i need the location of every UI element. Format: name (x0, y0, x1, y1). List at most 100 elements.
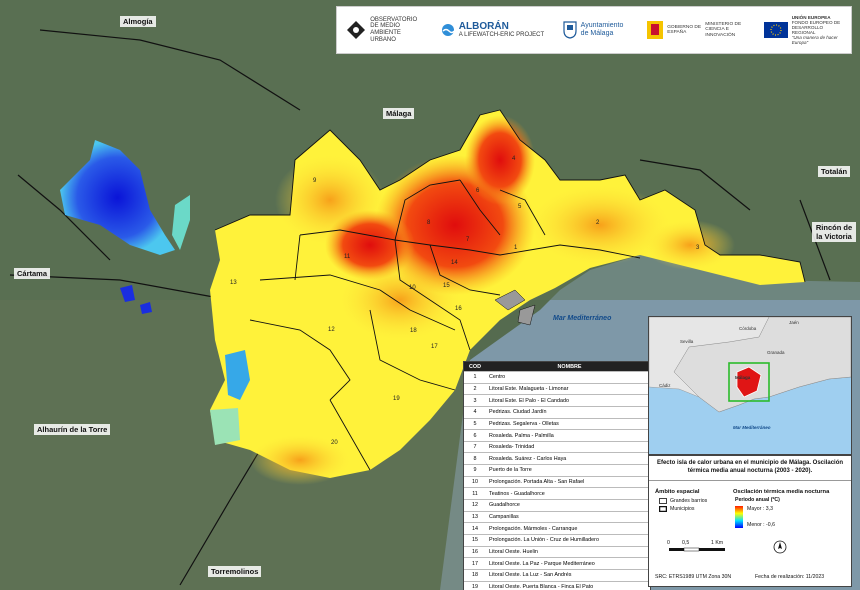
table-cell-cod: 18 (472, 572, 478, 579)
table-row: 18 Litoral Oeste. La Luz - San Andrés (464, 568, 650, 581)
inset-map: Sevilla Córdoba Jaén Granada Cádiz Málag… (648, 316, 852, 455)
table-cell-nombre: Centro (489, 374, 506, 381)
table-cell-nombre: Rosaleda. Palma - Palmilla (489, 432, 554, 439)
table-cell-cod: 19 (472, 583, 478, 590)
table-cell-nombre: Litoral Oeste. La Paz - Parque Mediterrá… (489, 560, 595, 567)
mayor-label: Mayor : 3,3 (747, 506, 773, 512)
table-cell-nombre: Pedrizas. Ciudad Jardín (489, 409, 547, 416)
fecha-label: Fecha de realización: 11/2023 (755, 574, 825, 580)
map-title: Efecto isla de calor urbana en el munici… (649, 456, 851, 481)
table-cell-nombre: Litoral Este. Malagueta - Limonar (489, 385, 569, 392)
table-cell-cod: 5 (473, 420, 477, 427)
scale-bar (669, 547, 725, 552)
oscilacion-title: Oscilación térmica media nocturna (733, 489, 830, 495)
district-label: 12 (328, 327, 335, 333)
district-label: 8 (427, 220, 431, 226)
color-ramp (735, 506, 743, 528)
diamond-icon (347, 21, 366, 39)
table-cell-nombre: Campanillas (489, 514, 519, 520)
cold-patch-sw (210, 408, 240, 445)
observatorio-logo: OBSERVATORIO DE MEDIO AMBIENTE URBANO (346, 17, 422, 43)
table-cell-cod: 9 (473, 467, 477, 474)
table-cell-cod: 4 (473, 409, 477, 416)
table-row: 3 Litoral Este. El Palo - El Candado (464, 394, 650, 406)
alboran-logo: ALBORÁN A LIFEWATCH-ERIC PROJECT (441, 21, 544, 39)
table-row: 5 Pedrizas. Segalerva - Olletas (464, 417, 650, 430)
table-row: 7 Rosaleda- Trinidad (464, 440, 650, 453)
table-row: 14 Prolongación. Mármoles - Carranque (464, 522, 650, 534)
district-label: 16 (455, 306, 462, 312)
district-label: 7 (466, 237, 470, 243)
table-cell-cod: 17 (472, 560, 478, 567)
table-cell-nombre: Litoral Oeste. La Luz - San Andrés (489, 572, 572, 579)
table-row: 15 Prolongación. La Unión - Cruz de Humil… (464, 533, 650, 546)
map-canvas[interactable]: 1 2 3 4 5 6 7 8 9 10 11 12 13 14 15 16 1… (0, 0, 860, 590)
polygon-bold-icon (659, 506, 667, 512)
table-cell-cod: 14 (472, 525, 478, 532)
table-cell-cod: 13 (472, 514, 478, 520)
district-label: 5 (518, 204, 522, 210)
table-cell-cod: 2 (473, 385, 477, 392)
place-label: Torremolinos (208, 566, 262, 577)
table-cell-nombre: Puerto de la Torre (489, 467, 532, 474)
legend-item-municipios: Municipios (659, 506, 695, 512)
place-label: Almogía (120, 16, 156, 27)
district-label: 2 (596, 220, 600, 226)
table-row: 13 Campanillas (464, 510, 650, 523)
table-cell-cod: 6 (473, 432, 477, 439)
district-table: COD NOMBRE 1 Centro 2 Litoral Este. Malague… (463, 361, 651, 590)
ayuntamiento-logo: Ayuntamiento de Málaga (563, 21, 629, 39)
district-label: 20 (331, 440, 338, 446)
district-label: 4 (512, 156, 516, 162)
table-row: 19 Litoral Oeste. Puerta Blanca - Finca E… (464, 580, 650, 590)
district-label: 15 (443, 283, 450, 289)
legend-panel: Efecto isla de calor urbana en el munici… (648, 455, 852, 587)
table-cell-nombre: Rosaleda- Trinidad (489, 444, 535, 451)
src-label: SRC: ETRS1989 UTM Zona 30N (655, 574, 732, 580)
andalucia-map (649, 317, 851, 454)
table-header: COD NOMBRE (464, 362, 650, 371)
table-cell-cod: 1 (473, 374, 477, 381)
district-label: 10 (409, 285, 416, 291)
table-cell-nombre: Litoral Este. El Palo - El Candado (489, 397, 570, 404)
north-arrow-icon (773, 540, 787, 554)
district-label: 19 (393, 396, 400, 402)
table-cell-cod: 16 (472, 548, 478, 555)
crest-icon (647, 21, 664, 39)
table-row: 16 Litoral Oeste. Huelin (464, 545, 650, 558)
place-label: Cártama (14, 268, 51, 279)
table-cell-nombre: Prolongación. Portada Alta - San Rafael (489, 479, 585, 486)
district-label: 3 (696, 245, 700, 251)
table-cell-cod: 12 (472, 502, 478, 509)
table-row: 4 Pedrizas. Ciudad Jardín (464, 405, 650, 418)
gobierno-logo: GOBIERNO DE ESPAÑA MINISTERIO DE CIENCIA… (647, 21, 745, 39)
legend-item-barrios: Grandes barrios (659, 498, 707, 504)
table-row: 2 Litoral Este. Malagueta - Limonar (464, 382, 650, 395)
ambito-title: Ámbito espacial (655, 489, 700, 495)
place-label: Totalán (818, 166, 851, 177)
table-cell-cod: 8 (473, 455, 477, 462)
table-cell-cod: 7 (473, 444, 477, 451)
district-label: 18 (410, 328, 417, 334)
polygon-outline-icon (659, 498, 667, 504)
periodo-label: Periodo anual (ºC) (735, 497, 780, 503)
shield-icon (563, 21, 577, 39)
table-cell-nombre: Rosaleda. Suárez - Carlos Haya (489, 455, 567, 462)
table-row: 6 Rosaleda. Palma - Palmilla (464, 429, 650, 441)
table-row: 8 Rosaleda. Suárez - Carlos Haya (464, 452, 650, 464)
menor-label: Menor : -0,6 (747, 522, 775, 528)
table-row: 1 Centro (464, 371, 650, 383)
eu-flag-icon (763, 22, 788, 38)
district-label: 13 (230, 280, 237, 286)
table-row: 9 Puerto de la Torre (464, 464, 650, 476)
table-row: 10 Prolongación. Portada Alta - San Rafae… (464, 475, 650, 488)
district-label: 17 (431, 344, 438, 350)
table-cell-nombre: Prolongación. La Unión - Cruz de Humilla… (489, 537, 599, 544)
table-cell-nombre: Guadalhorce (489, 502, 520, 509)
place-label: Alhaurín de la Torre (34, 424, 111, 435)
table-cell-cod: 15 (472, 537, 478, 544)
table-cell-nombre: Teatinos - Guadalhorce (489, 490, 545, 497)
table-row: 12 Guadalhorce (464, 499, 650, 511)
sea-label: Mar Mediterráneo (553, 315, 612, 322)
ue-logo: UNIÓN EUROPEA FONDO EUROPEO DE DESARROLLO… (763, 15, 842, 45)
